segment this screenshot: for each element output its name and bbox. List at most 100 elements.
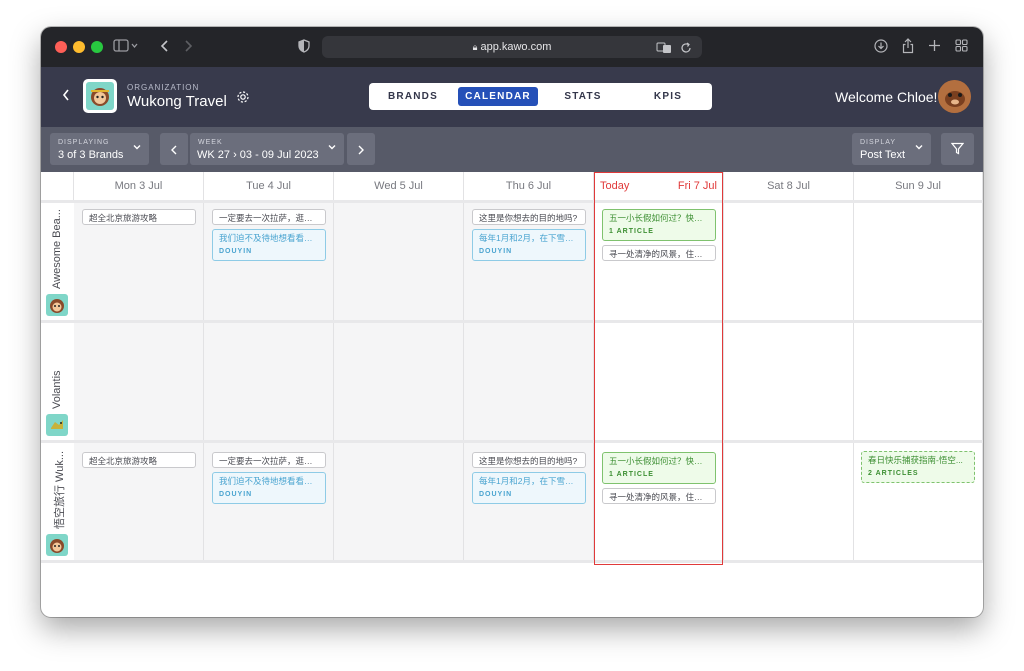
day-cell[interactable] [594,323,724,440]
day-cell[interactable] [854,203,983,320]
back-chevron-icon[interactable] [61,87,71,108]
lock-icon: 🔒︎ [472,42,478,52]
week-label: WEEK [198,139,223,146]
week-picker[interactable]: WEEK WK 27 › 03 - 09 Jul 2023 [190,133,344,165]
day-cell[interactable] [724,203,854,320]
filter-funnel-icon [950,142,965,160]
org-label: ORGANIZATION [127,83,200,92]
post-channel-tag: DOUYIN [479,248,513,255]
day-cell[interactable] [334,203,464,320]
day-cell[interactable] [204,323,334,440]
next-week-button[interactable] [347,133,375,165]
article-count-tag: 2 ARTICLES [868,470,919,477]
privacy-shield-icon[interactable] [298,39,310,55]
post-card-article[interactable]: 五一小长假如何过？快来... 1 ARTICLE [602,452,716,484]
post-card[interactable]: 一定要去一次拉萨，逛一... [212,452,326,468]
tab-kpis[interactable]: KPIS [628,87,708,106]
brand-name-wrap: Volantis [51,329,65,409]
today-label: Today [600,180,630,192]
monkey-logo-icon [91,88,109,106]
post-card[interactable]: 这里是你想去的目的地吗? [472,452,586,468]
post-card-douyin[interactable]: 我们迫不及待地想看看会... DOUYIN [212,229,326,261]
post-text: 我们迫不及待地想看看会... [219,476,320,486]
post-card-article[interactable]: 五一小长假如何过？快来... 1 ARTICLE [602,209,716,241]
org-name[interactable]: Wukong Travel [127,93,227,110]
corner-cell [41,172,74,201]
post-card-douyin[interactable]: 每年1月和2月，在下雪的... DOUYIN [472,229,586,261]
post-card[interactable]: 寻一处清净的风景，住进... [602,245,716,261]
brand-name: Volantis [51,370,63,409]
post-card[interactable]: 寻一处清净的风景，住进... [602,488,716,504]
post-text: 每年1月和2月，在下雪的... [479,476,581,486]
chevron-down-icon [914,142,924,155]
address-bar[interactable]: 🔒︎ app.kawo.com [322,36,702,58]
post-card[interactable]: 这里是你想去的目的地吗? [472,209,586,225]
browser-window: 🔒︎ app.kawo.com ORGANIZATION Wukong Trav… [41,27,983,617]
sidebar-toggle-icon[interactable] [113,39,139,55]
article-count-tag: 1 ARTICLE [609,471,654,478]
reload-icon[interactable] [680,41,692,59]
brand-row-header-wukong[interactable]: 悟空旅行 Wuk... [41,443,75,560]
browser-toolbar: 🔒︎ app.kawo.com [41,27,983,67]
avatar[interactable] [938,80,971,113]
translate-icon[interactable] [656,41,672,59]
app-header: ORGANIZATION Wukong Travel BRANDS CALEND… [41,67,983,127]
filter-bar: DISPLAYING 3 of 3 Brands WEEK WK 27 › 03… [41,127,983,172]
gear-icon[interactable] [236,90,250,104]
post-card-douyin[interactable]: 每年1月和2月，在下雪的... DOUYIN [472,472,586,504]
day-cell[interactable] [854,323,983,440]
day-header-mon: Mon 3 Jul [74,172,204,201]
chevron-right-icon [356,143,366,161]
display-dropdown[interactable]: DISPLAY Post Text [852,133,931,165]
brand-monkey-icon [46,534,68,556]
zoom-window-button[interactable] [91,41,103,53]
tab-brands[interactable]: BRANDS [373,87,453,106]
post-card[interactable]: 超全北京旅游攻略 [82,452,196,468]
day-cell[interactable] [724,443,854,560]
post-text: 我们迫不及待地想看看会... [219,233,320,243]
day-header-sun: Sun 9 Jul [854,172,983,201]
post-channel-tag: DOUYIN [219,248,253,255]
chevron-left-icon [169,143,179,161]
main-nav-tabs: BRANDS CALENDAR STATS KPIS [369,83,712,110]
close-window-button[interactable] [55,41,67,53]
tab-stats[interactable]: STATS [543,87,623,106]
day-cell[interactable] [334,323,464,440]
brands-dropdown[interactable]: DISPLAYING 3 of 3 Brands [50,133,149,165]
post-card-douyin[interactable]: 我们迫不及待地想看看会... DOUYIN [212,472,326,504]
post-text: 每年1月和2月，在下雪的... [479,233,581,243]
post-text: 五一小长假如何过？快来... [609,213,710,223]
tab-calendar[interactable]: CALENDAR [458,87,538,106]
tab-overview-icon[interactable] [955,39,968,54]
brand-monkey-icon [46,294,68,316]
day-header-thu: Thu 6 Jul [464,172,594,201]
minimize-window-button[interactable] [73,41,85,53]
post-card[interactable]: 一定要去一次拉萨，逛一... [212,209,326,225]
day-cell[interactable] [724,323,854,440]
display-value: Post Text [860,149,906,161]
filter-button[interactable] [941,133,974,165]
new-tab-icon[interactable] [928,39,941,54]
brand-dragon-icon [46,414,68,436]
day-cell[interactable] [334,443,464,560]
today-date: Fri 7 Jul [677,180,717,192]
week-value: WK 27 › 03 - 09 Jul 2023 [197,149,319,161]
post-text: 春日快乐捕获指南-悟空... [868,455,963,465]
day-cell[interactable] [464,323,594,440]
display-label: DISPLAY [860,139,897,146]
brand-row-header-awesome[interactable]: Awesome Bea... [41,203,75,320]
downloads-icon[interactable] [874,39,888,55]
day-cell[interactable] [74,323,204,440]
org-logo[interactable] [83,79,117,113]
post-card[interactable]: 超全北京旅游攻略 [82,209,196,225]
welcome-text: Welcome Chloe! [835,89,938,105]
post-card-draft-articles[interactable]: 春日快乐捕获指南-悟空... 2 ARTICLES [861,451,975,483]
brand-name-wrap: Awesome Bea... [51,209,65,289]
brand-name: 悟空旅行 Wuk... [54,450,66,529]
share-icon[interactable] [902,38,914,56]
prev-week-button[interactable] [160,133,188,165]
chevron-down-icon [327,142,337,155]
forward-icon[interactable] [183,39,193,55]
brand-row-header-volantis[interactable]: Volantis [41,323,75,440]
back-icon[interactable] [160,39,170,55]
